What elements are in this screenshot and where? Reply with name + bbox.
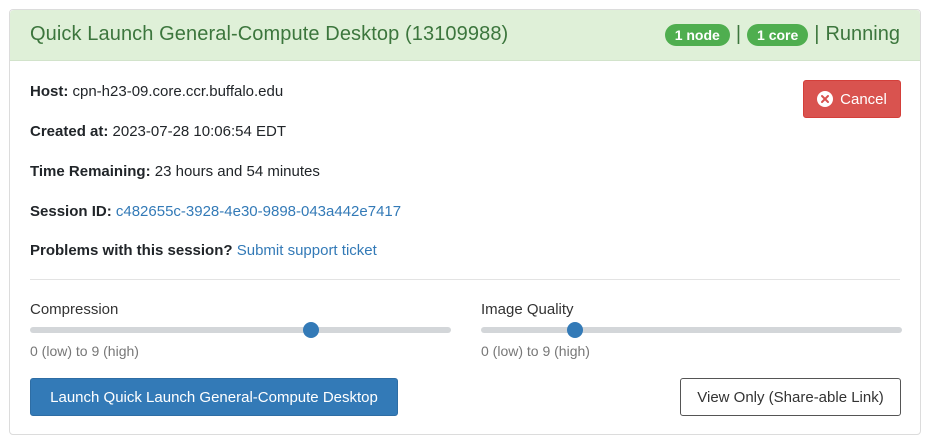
status-separator: |: [814, 23, 820, 45]
image-quality-control: Image Quality 0 (low) to 9 (high): [481, 301, 902, 359]
host-row: Host: cpn-h23-09.core.ccr.buffalo.edu: [30, 83, 283, 100]
host-value: cpn-h23-09.core.ccr.buffalo.edu: [72, 83, 284, 100]
node-count-badge: 1 node: [664, 23, 730, 46]
problems-label: Problems with this session?: [30, 242, 233, 259]
session-card: Quick Launch General-Compute Desktop (13…: [9, 9, 921, 435]
time-remaining-value: 23 hours and 54 minutes: [154, 163, 320, 180]
cancel-button[interactable]: Cancel: [803, 80, 901, 118]
compression-hint: 0 (low) to 9 (high): [30, 343, 139, 359]
host-label: Host:: [30, 83, 69, 100]
compression-slider-thumb[interactable]: [302, 322, 319, 338]
session-card-header: Quick Launch General-Compute Desktop (13…: [10, 10, 920, 61]
session-title: Quick Launch General-Compute Desktop (13…: [30, 23, 509, 45]
session-status-group: 1 node | 1 core | Running: [664, 23, 900, 46]
support-ticket-link[interactable]: Submit support ticket: [237, 242, 377, 259]
times-circle-icon: [817, 91, 834, 107]
core-count-badge: 1 core: [747, 23, 809, 46]
compression-slider[interactable]: [30, 322, 451, 338]
image-quality-slider[interactable]: [481, 322, 902, 338]
view-only-button[interactable]: View Only (Share-able Link): [680, 378, 901, 416]
status-separator: |: [735, 23, 742, 45]
session-id-link[interactable]: c482655c-3928-4e30-9898-043a442e7417: [116, 203, 401, 220]
compression-control: Compression 0 (low) to 9 (high): [30, 301, 451, 359]
image-quality-label: Image Quality: [481, 301, 574, 318]
time-remaining-label: Time Remaining:: [30, 163, 151, 180]
launch-desktop-button[interactable]: Launch Quick Launch General-Compute Desk…: [30, 378, 398, 416]
divider: [30, 279, 900, 280]
cancel-label: Cancel: [840, 90, 887, 108]
session-id-label: Session ID:: [30, 203, 112, 220]
compression-label: Compression: [30, 301, 119, 318]
created-row: Created at: 2023-07-28 10:06:54 EDT: [30, 123, 286, 140]
image-quality-hint: 0 (low) to 9 (high): [481, 343, 590, 359]
session-id-row: Session ID: c482655c-3928-4e30-9898-043a…: [30, 203, 401, 220]
time-remaining-row: Time Remaining: 23 hours and 54 minutes: [30, 163, 320, 180]
problems-row: Problems with this session? Submit suppo…: [30, 242, 377, 259]
session-status-text: Running: [825, 23, 900, 45]
image-quality-slider-thumb[interactable]: [566, 322, 583, 338]
created-label: Created at:: [30, 123, 109, 140]
created-value: 2023-07-28 10:06:54 EDT: [112, 123, 286, 140]
